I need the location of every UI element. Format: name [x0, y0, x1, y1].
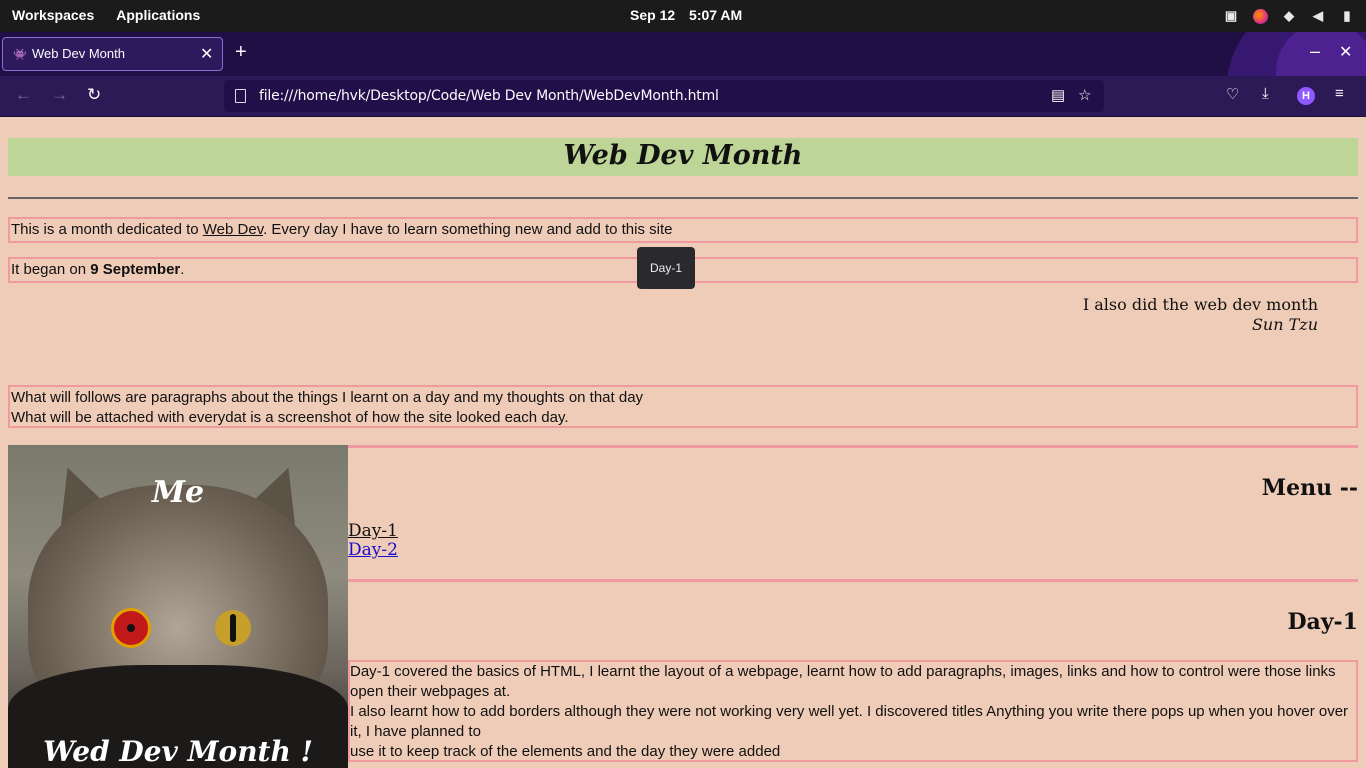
day-1-line-2: I also learnt how to add borders althoug…: [350, 703, 1349, 740]
app-menu-icon[interactable]: ≡: [1335, 85, 1344, 102]
image-caption-bottom: Wed Dev Month !: [43, 735, 313, 768]
window-minimize-button[interactable]: –: [1310, 41, 1320, 62]
intro-paragraph: This is a month dedicated to Web Dev. Ev…: [8, 217, 1358, 243]
follow-paragraph: What will follows are paragraphs about t…: [8, 385, 1358, 428]
menu-link-day-1[interactable]: Day-1: [348, 522, 398, 541]
battery-icon[interactable]: ▮: [1337, 6, 1357, 26]
page-content: Web Dev Month This is a month dedicated …: [0, 117, 1366, 768]
tab-strip: 👾 Web Dev Month ✕ + – ✕: [0, 32, 1366, 76]
tab-favicon-icon: 👾: [13, 49, 27, 61]
theme-decoration-inner: [1276, 32, 1366, 76]
url-text[interactable]: file:///home/hvk/Desktop/Code/Web Dev Mo…: [259, 88, 719, 104]
page-icon: [235, 89, 246, 103]
day-1-line-1: Day-1 covered the basics of HTML, I lear…: [350, 663, 1336, 700]
intro-text-before: This is a month dedicated to: [11, 221, 203, 238]
began-prefix: It began on: [11, 261, 91, 278]
web-dev-link[interactable]: Web Dev: [203, 221, 263, 238]
system-top-bar: Workspaces Applications Sep 12 5:07 AM ▣…: [0, 0, 1366, 32]
back-button[interactable]: ←: [15, 85, 32, 105]
follow-line-2: What will be attached with everydat is a…: [11, 409, 569, 426]
began-suffix: .: [180, 261, 185, 278]
new-tab-button[interactable]: +: [235, 42, 247, 62]
image-caption-top: Me: [151, 475, 205, 510]
window-close-button[interactable]: ✕: [1339, 42, 1352, 62]
screen-share-icon[interactable]: ▣: [1221, 6, 1241, 26]
volume-icon[interactable]: ◀: [1308, 6, 1328, 26]
cat-eye-left: [111, 608, 151, 648]
blockquote: I also did the web dev month Sun Tzu: [1083, 295, 1318, 335]
menu-heading: Menu --: [1261, 475, 1358, 501]
menu-links: Day-1 Day-2: [348, 522, 398, 560]
clock-time: 5:07 AM: [689, 7, 743, 23]
wifi-icon[interactable]: ◆: [1279, 6, 1299, 26]
day-1-line-3: use it to keep track of the elements and…: [350, 743, 781, 760]
section-divider-2: [348, 579, 1358, 582]
began-date: 9 September: [90, 261, 181, 278]
tab-title: Web Dev Month: [32, 46, 125, 61]
intro-text-after: . Every day I have to learn something ne…: [263, 221, 673, 238]
account-avatar[interactable]: H: [1297, 87, 1315, 105]
clock[interactable]: Sep 12 5:07 AM: [630, 7, 752, 23]
cat-image: Me Wed Dev Month !: [8, 445, 348, 768]
tab-web-dev-month[interactable]: 👾 Web Dev Month ✕: [2, 37, 223, 71]
cat-eye-right: [215, 610, 251, 646]
tab-close-icon[interactable]: ✕: [200, 44, 213, 64]
horizontal-rule: [8, 197, 1358, 199]
quote-author: Sun Tzu: [1251, 315, 1318, 334]
clock-date: Sep 12: [630, 7, 676, 23]
section-divider: [348, 445, 1358, 448]
workspaces-button[interactable]: Workspaces: [12, 7, 94, 23]
url-bar[interactable]: file:///home/hvk/Desktop/Code/Web Dev Mo…: [224, 80, 1104, 112]
downloads-icon[interactable]: ⤓: [1262, 85, 1269, 102]
bookmark-star-icon[interactable]: ☆: [1078, 86, 1091, 104]
day-1-paragraph: Day-1 covered the basics of HTML, I lear…: [348, 660, 1358, 762]
menu-link-day-2[interactable]: Day-2: [348, 541, 398, 560]
follow-line-1: What will follows are paragraphs about t…: [11, 389, 644, 406]
hover-tooltip: Day-1: [637, 247, 695, 289]
reload-button[interactable]: ↻: [87, 85, 101, 105]
forward-button[interactable]: →: [51, 85, 68, 105]
pocket-icon[interactable]: ♡: [1226, 85, 1239, 103]
reader-view-icon[interactable]: ▤: [1051, 86, 1065, 104]
firefox-tray-icon[interactable]: [1250, 6, 1270, 26]
quote-text: I also did the web dev month: [1082, 295, 1318, 314]
navigation-toolbar: ← → ↻ file:///home/hvk/Desktop/Code/Web …: [0, 76, 1366, 117]
applications-menu[interactable]: Applications: [116, 7, 200, 23]
day-1-heading: Day-1: [1287, 609, 1358, 635]
page-title: Web Dev Month: [8, 138, 1358, 176]
